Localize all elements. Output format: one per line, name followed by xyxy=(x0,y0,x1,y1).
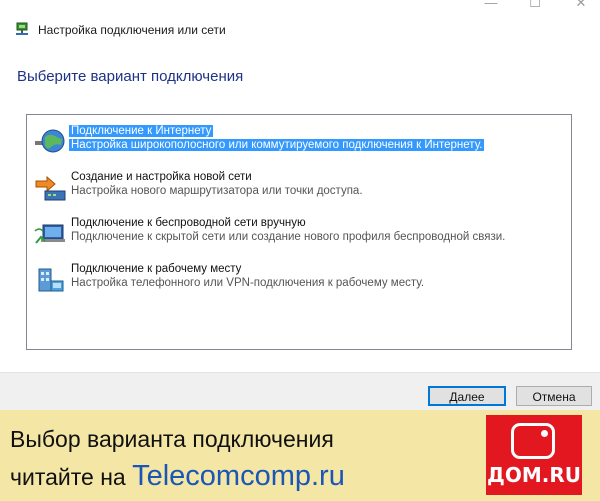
banner-site-link[interactable]: Telecomcomp.ru xyxy=(132,460,345,492)
dialog-button-bar: Далее Отмена xyxy=(0,372,600,411)
logo-text: ДОМ.RU xyxy=(487,463,581,487)
network-setup-icon xyxy=(16,22,28,35)
option-description: Подключение к скрытой сети или создание … xyxy=(71,231,506,243)
domru-logo: ДОМ.RU xyxy=(486,415,582,495)
router-setup-icon xyxy=(35,175,66,201)
connection-options-list[interactable]: Подключение к Интернету Настройка широко… xyxy=(26,114,572,350)
banner-subline-prefix: читайте на xyxy=(10,464,133,490)
page-heading: Выберите вариант подключения xyxy=(17,68,244,85)
globe-network-icon xyxy=(35,129,65,153)
option-description: Настройка широкополосного или коммутируе… xyxy=(69,139,485,151)
minimize-button[interactable]: — xyxy=(476,0,506,10)
next-button[interactable]: Далее xyxy=(428,386,506,406)
connection-setup-window: Настройка подключения или сети — ☐ ✕ Выб… xyxy=(0,0,600,411)
close-button[interactable]: ✕ xyxy=(566,0,596,10)
option-title: Подключение к беспроводной сети вручную xyxy=(71,217,306,229)
option-description: Настройка телефонного или VPN-подключени… xyxy=(71,277,425,289)
option-title: Создание и настройка новой сети xyxy=(71,171,252,183)
wireless-network-icon xyxy=(34,224,65,244)
window-title: Настройка подключения или сети xyxy=(38,23,226,37)
option-title: Подключение к рабочему месту xyxy=(71,263,242,275)
option-internet-connection[interactable]: Подключение к Интернету Настройка широко… xyxy=(27,125,571,159)
cancel-button[interactable]: Отмена xyxy=(516,386,592,406)
banner-headline: Выбор варианта подключения xyxy=(10,426,334,452)
option-description: Настройка нового маршрутизатора или точк… xyxy=(71,185,363,197)
logo-tv-icon xyxy=(511,423,555,459)
option-workplace-connection[interactable]: Подключение к рабочему месту Настройка т… xyxy=(27,263,571,297)
title-bar: Настройка подключения или сети — ☐ ✕ xyxy=(0,0,600,40)
option-wireless-manual[interactable]: Подключение к беспроводной сети вручную … xyxy=(27,217,571,251)
option-title: Подключение к Интернету xyxy=(69,125,214,137)
logo-dot xyxy=(541,430,548,437)
workplace-connection-icon xyxy=(38,268,64,292)
banner-subline: читайте на Telecomcomp.ru xyxy=(10,460,345,493)
option-new-network[interactable]: Создание и настройка новой сети Настройк… xyxy=(27,171,571,205)
maximize-button[interactable]: ☐ xyxy=(520,0,550,10)
